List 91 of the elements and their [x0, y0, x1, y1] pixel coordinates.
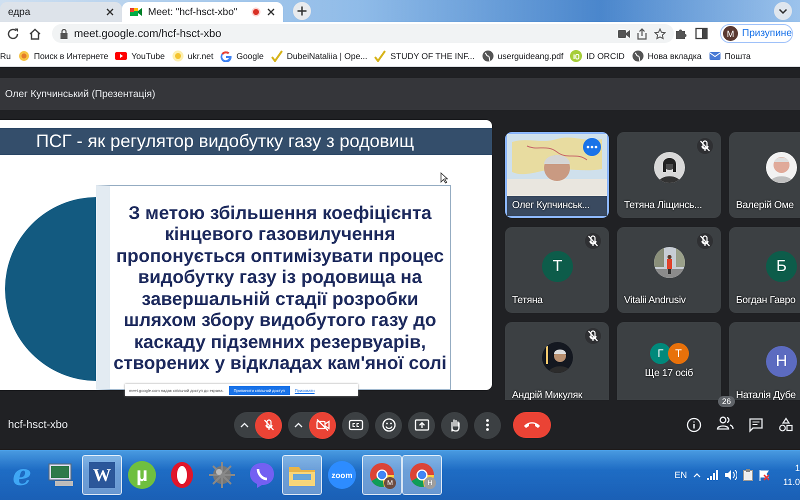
site-icon: [570, 50, 582, 62]
more-options-button[interactable]: [474, 412, 501, 438]
profile-button[interactable]: M Призупине: [720, 24, 793, 43]
more-options-icon[interactable]: [583, 138, 601, 156]
bookmark[interactable]: Нова вкладка: [632, 50, 702, 62]
mail-icon: [708, 50, 721, 62]
clipboard-icon[interactable]: [743, 469, 753, 481]
camera-icon[interactable]: [618, 28, 630, 38]
taskbar-app[interactable]: W: [82, 455, 122, 495]
present-button[interactable]: [408, 412, 435, 438]
puzzle-icon[interactable]: [674, 27, 687, 40]
avatar: Т: [668, 343, 689, 364]
slide-title: ПСГ - як регулятор видобутку газу з родовищ: [0, 128, 492, 155]
camera-off-icon: [314, 417, 330, 433]
more-options-icon: [486, 419, 489, 431]
globe-icon: [632, 50, 644, 62]
spiky-ball-icon: [208, 461, 236, 489]
participant-name: Тетяна: [512, 295, 543, 306]
raise-hand-button[interactable]: [441, 412, 468, 438]
participant-name: Тетяна Ліщинсь...: [624, 200, 702, 211]
signal-icon[interactable]: [707, 470, 719, 480]
participant-name: Валерій Оме: [736, 200, 794, 211]
chevron-up-icon[interactable]: [693, 472, 701, 478]
viber-logo: [248, 461, 276, 489]
avatar: Т: [542, 251, 573, 282]
meet-icon: [130, 7, 142, 17]
bookmark[interactable]: ukr.net: [172, 50, 214, 62]
bookmark[interactable]: Ru: [0, 50, 11, 60]
clock-text[interactable]: 1: [794, 463, 800, 473]
home-icon[interactable]: [28, 26, 42, 40]
bookmark[interactable]: DubeiNataliia | Ope...: [270, 50, 368, 62]
close-icon[interactable]: [106, 8, 114, 16]
reload-icon[interactable]: [6, 26, 20, 40]
opera-logo: [168, 461, 196, 489]
bookmark[interactable]: Поиск в Интернете: [18, 50, 108, 62]
browser-tab[interactable]: едра: [0, 2, 122, 22]
caret-icon[interactable]: [294, 422, 303, 428]
participant-name: Богдан Гавро: [736, 295, 796, 306]
bookmark[interactable]: Google: [220, 50, 264, 62]
end-call-button[interactable]: [513, 412, 551, 438]
captions-icon: [348, 417, 364, 433]
activities-icon[interactable]: [778, 417, 794, 433]
bookmark[interactable]: STUDY OF THE INF...: [374, 50, 475, 62]
camera-button[interactable]: [309, 412, 336, 438]
emoji-button[interactable]: [375, 412, 402, 438]
avatar: Б: [766, 251, 797, 282]
browser-tab[interactable]: Meet: "hcf-hsct-xbo": [122, 2, 283, 22]
slide-text: З метою збільшення коефіцієнта кінцевого газовилучення пропонується оптимізувати процес видобутку газу із родовища на завершальній стадії розробки шляхом збору видобутого газу до каскаду підземних резервуарів, створених у відкладах кам'яної солі: [112, 202, 448, 374]
participant-name: Наталія Дубе: [736, 390, 796, 400]
caret-icon[interactable]: [240, 422, 249, 428]
microphone-button[interactable]: [255, 412, 282, 438]
share-icon[interactable]: [636, 28, 648, 40]
participant-name: Ще 17 осіб: [644, 368, 694, 379]
avatar: Н: [766, 346, 797, 377]
chevron-icon[interactable]: [774, 2, 792, 20]
new-tab-icon[interactable]: [293, 2, 311, 20]
present-icon: [414, 417, 430, 433]
participant-name: Андрій Микуляк: [512, 390, 582, 400]
avatar: Г: [650, 343, 671, 364]
pen-icon: [374, 50, 386, 62]
participant-count: 26: [718, 396, 735, 406]
phone-icon: [523, 420, 541, 430]
site-icon: [220, 50, 232, 62]
flag-icon[interactable]: [759, 470, 770, 480]
people-icon[interactable]: [716, 414, 734, 430]
star-icon[interactable]: [654, 28, 666, 40]
address-bar[interactable]: meet.google.com/hcf-hsct-xbo: [52, 24, 674, 43]
presenter-title: Олег Купчинський (Презентація): [5, 88, 156, 100]
volume-icon[interactable]: [725, 470, 737, 480]
site-icon: [172, 50, 184, 62]
captions-button[interactable]: [342, 412, 369, 438]
participant-name: Олег Купчинськ...: [512, 200, 590, 211]
site-icon: [115, 50, 128, 62]
language-indicator[interactable]: EN: [674, 470, 687, 480]
chat-icon[interactable]: [748, 417, 764, 433]
emoji-icon: [380, 417, 396, 433]
search-icon: [18, 50, 30, 62]
profile-avatar: M: [723, 26, 738, 41]
bookmark[interactable]: YouTube: [115, 50, 165, 62]
clock-text[interactable]: 11.0: [783, 477, 800, 487]
bookmark[interactable]: userguideang.pdf: [482, 50, 564, 62]
pen-icon: [270, 50, 283, 62]
info-icon[interactable]: [686, 417, 702, 433]
participant-name: Vitalii Andrusiv: [624, 295, 686, 306]
sidebar-icon[interactable]: [695, 27, 708, 40]
meeting-code: hcf-hsct-xbo: [8, 419, 68, 431]
bookmark[interactable]: ID ORCID: [570, 50, 625, 62]
lock-icon: [60, 28, 68, 38]
close-icon[interactable]: [267, 8, 275, 16]
globe-icon: [482, 50, 494, 62]
bookmark[interactable]: Пошта: [708, 50, 751, 62]
